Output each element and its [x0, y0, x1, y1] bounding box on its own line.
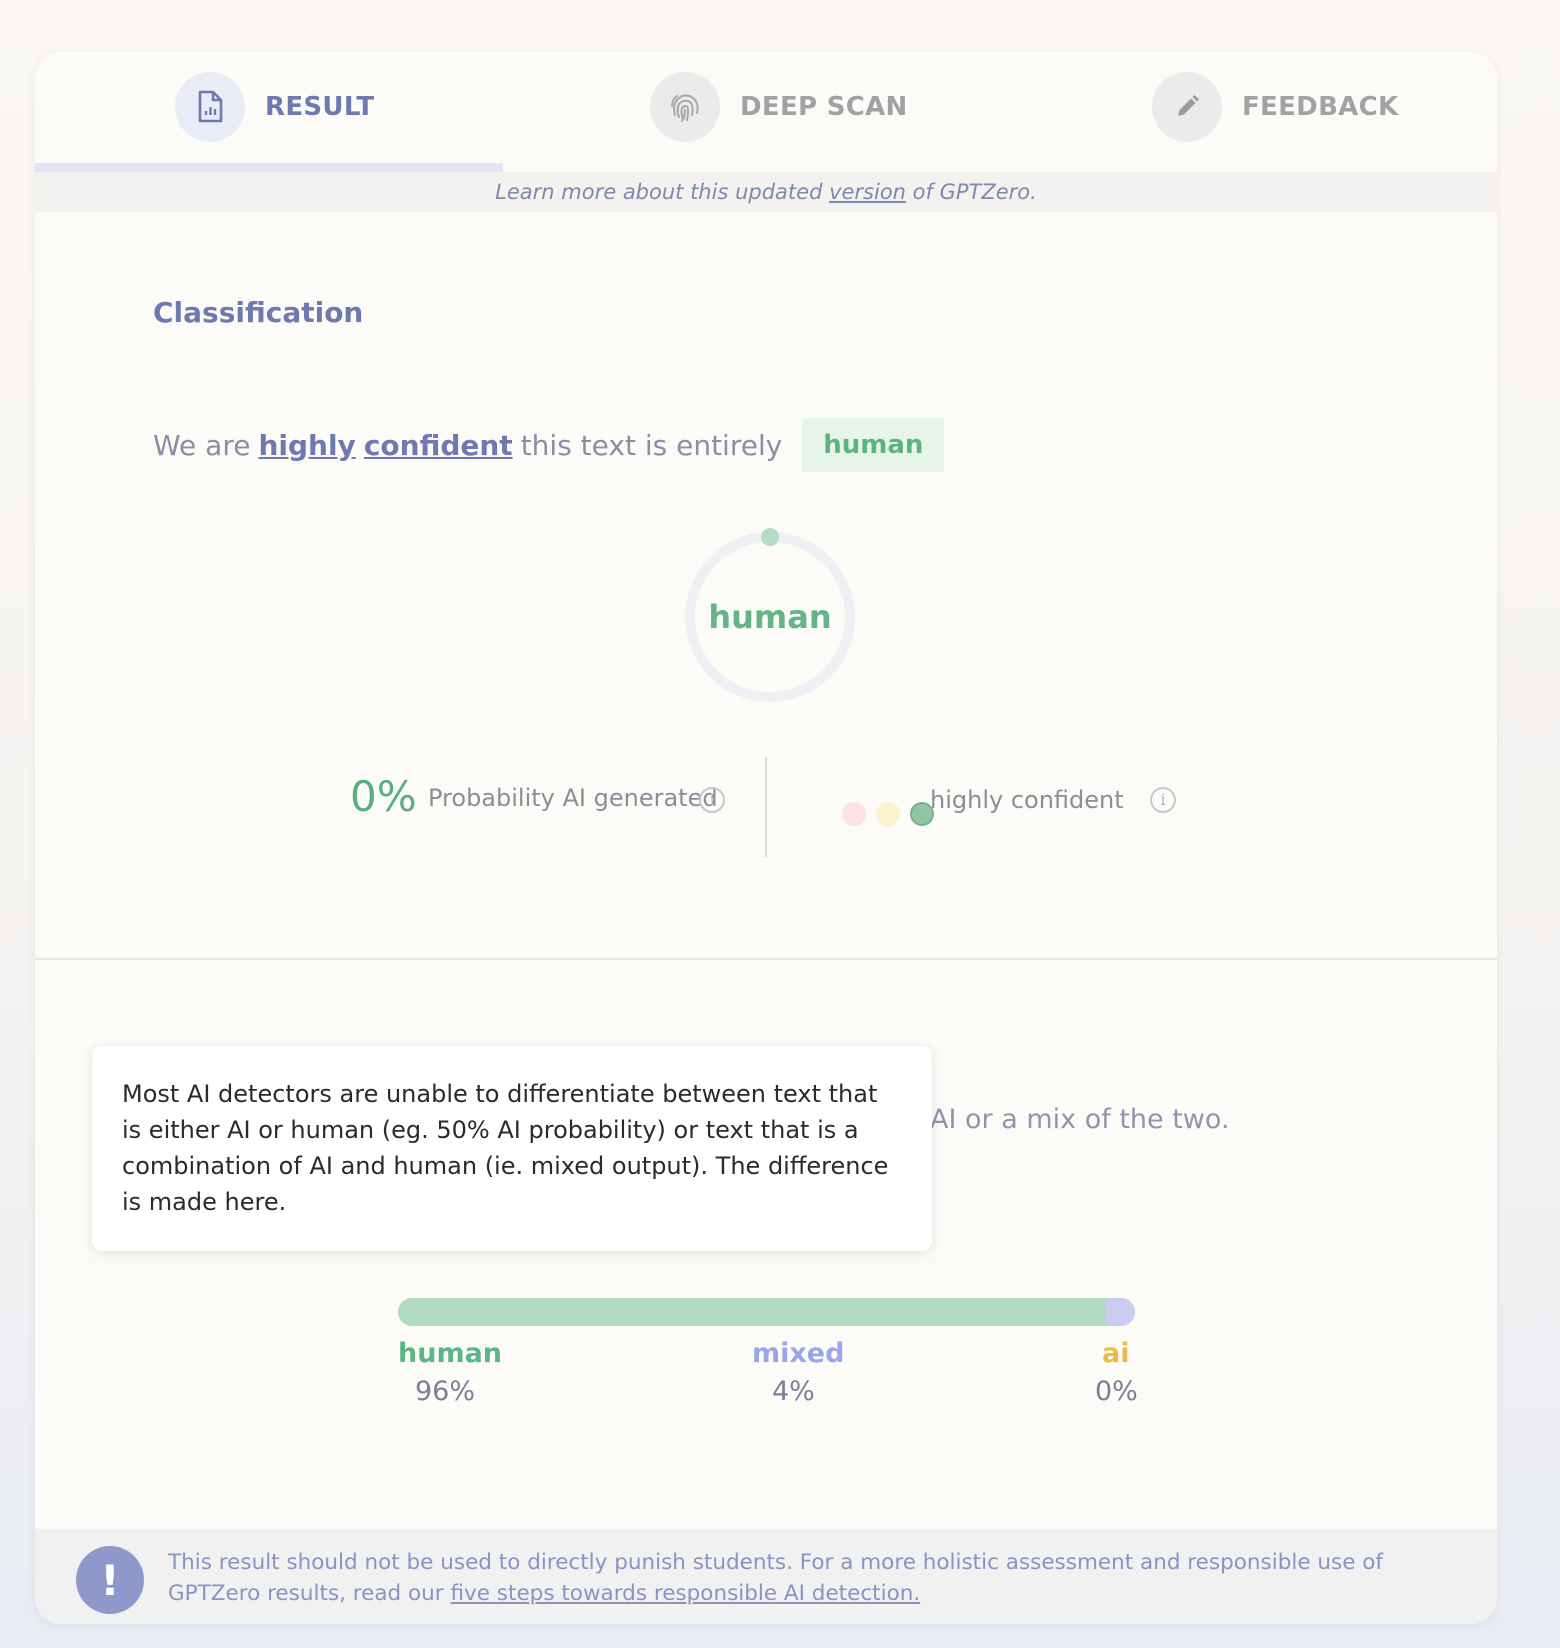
- stats-row: 0% Probability AI generated i highly con…: [35, 742, 1497, 857]
- distribution-bar: [398, 1298, 1135, 1326]
- tab-result-label: RESULT: [265, 92, 375, 122]
- distribution-labels: human 96% mixed 4% ai 0%: [35, 1338, 1497, 1428]
- stats-divider: [765, 757, 767, 857]
- active-tab-indicator: [35, 163, 503, 172]
- confidence-word-confident[interactable]: confident: [364, 429, 513, 462]
- confidence-dot-low: [842, 802, 866, 826]
- tab-feedback[interactable]: FEEDBACK: [1152, 72, 1398, 142]
- sentence-prefix: We are: [153, 428, 251, 462]
- version-notice-prefix: Learn more about this updated: [495, 180, 830, 204]
- section-divider: [35, 958, 1497, 960]
- exclamation-icon: !: [76, 1546, 144, 1614]
- gauge-label: human: [708, 598, 832, 636]
- responsible-ai-link[interactable]: five steps towards responsible AI detect…: [450, 1581, 920, 1606]
- classification-sentence: We are highly confident this text is ent…: [153, 418, 945, 472]
- verdict-badge: human: [802, 418, 945, 472]
- mix-explanation-text: AI or a mix of the two.: [930, 1104, 1230, 1135]
- confidence-dot-medium: [876, 802, 900, 826]
- distribution-segment-mixed: [1105, 1298, 1135, 1326]
- distribution-value-ai: 0%: [1095, 1376, 1138, 1407]
- distribution-value-mixed: 4%: [772, 1376, 815, 1407]
- pencil-icon: [1152, 72, 1222, 142]
- result-card: RESULT DEEP SCAN FEEDBACK Learn more abo…: [35, 52, 1497, 1624]
- distribution-label-human: human: [398, 1338, 503, 1369]
- distribution-label-mixed: mixed: [752, 1338, 845, 1369]
- tab-deep-scan[interactable]: DEEP SCAN: [650, 72, 908, 142]
- sentence-middle: this text is entirely: [520, 428, 783, 462]
- classification-title: Classification: [153, 296, 364, 329]
- distribution-label-ai: ai: [1102, 1338, 1130, 1369]
- tooltip: Most AI detectors are unable to differen…: [92, 1046, 932, 1251]
- tab-feedback-label: FEEDBACK: [1242, 92, 1399, 122]
- distribution-value-human: 96%: [415, 1376, 476, 1407]
- report-icon: [175, 72, 245, 142]
- version-notice: Learn more about this updated version of…: [35, 172, 1497, 212]
- confidence-word-highly[interactable]: highly: [258, 429, 355, 462]
- version-notice-suffix: of GPTZero.: [906, 180, 1037, 204]
- ai-probability-label: Probability AI generated: [428, 784, 718, 812]
- tab-result[interactable]: RESULT: [175, 72, 374, 142]
- fingerprint-icon: [650, 72, 720, 142]
- ai-probability-gauge: human: [675, 522, 865, 712]
- info-icon[interactable]: i: [1150, 787, 1176, 813]
- ai-probability-value: 0%: [350, 772, 417, 821]
- confidence-label: highly confident: [930, 786, 1124, 814]
- disclaimer-banner: ! This result should not be used to dire…: [35, 1529, 1497, 1624]
- disclaimer-text: This result should not be used to direct…: [168, 1547, 1468, 1609]
- tab-bar: RESULT DEEP SCAN FEEDBACK: [35, 52, 1497, 174]
- info-icon[interactable]: i: [699, 787, 725, 813]
- version-link[interactable]: version: [829, 180, 906, 204]
- tab-deep-scan-label: DEEP SCAN: [740, 92, 908, 122]
- distribution-segment-human: [398, 1298, 1106, 1326]
